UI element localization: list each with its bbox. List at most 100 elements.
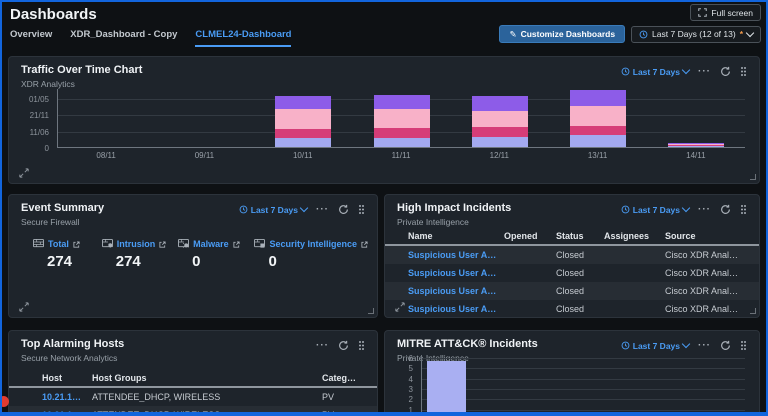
metric-malware-link[interactable]: Malware — [178, 239, 254, 249]
dashboard-tabs: Overview XDR_Dashboard - Copy CLMEL24-Da… — [10, 29, 291, 47]
refresh-icon[interactable] — [338, 340, 349, 351]
clock-icon — [621, 341, 630, 350]
traffic-bar-11/11-segment-pink[interactable] — [374, 109, 430, 127]
traffic-bar-12/11-segment-pink[interactable] — [472, 111, 528, 127]
incident-status: Closed — [556, 304, 604, 314]
host-ip-link[interactable]: 10.21.134.158 — [42, 410, 92, 416]
more-options-icon[interactable]: ··· — [698, 342, 711, 350]
traffic-bar-10/11-segment-pink[interactable] — [275, 109, 331, 128]
panel-mitre-attck-incidents: MITRE ATT&CK® Incidents Private Intellig… — [384, 330, 760, 416]
traffic-bar-11/11-segment-magenta[interactable] — [374, 128, 430, 139]
traffic-bar-13/11-segment-pink[interactable] — [570, 106, 626, 125]
resize-handle[interactable] — [750, 174, 756, 180]
traffic-x-tick: 11/11 — [392, 151, 411, 160]
refresh-icon[interactable] — [720, 204, 731, 215]
resize-handle[interactable] — [750, 308, 756, 314]
panel-high-impact-incidents: High Impact Incidents Private Intelligen… — [384, 194, 760, 318]
traffic-bar-10/11-segment-magenta[interactable] — [275, 129, 331, 139]
chevron-down-icon — [682, 66, 690, 74]
expand-panel-icon[interactable] — [19, 302, 29, 312]
more-options-icon[interactable]: ··· — [698, 68, 711, 76]
chevron-down-icon — [682, 204, 690, 212]
traffic-x-tick: 08/11 — [96, 151, 115, 160]
incident-status: Closed — [556, 286, 604, 296]
time-range-modified-flag: * — [740, 29, 743, 39]
host-row: 10.21.143.233ATTENDEE_DHCP, WIRELESSPV — [9, 388, 377, 406]
panel-subtitle: XDR Analytics — [21, 79, 142, 89]
incident-source: Cisco XDR Analytics (cisco... — [665, 250, 747, 260]
tab-xdr-dashboard-copy[interactable]: XDR_Dashboard - Copy — [70, 29, 177, 47]
drag-handle-icon[interactable] — [740, 340, 747, 351]
traffic-bar-12/11-segment-periwinkle[interactable] — [472, 137, 528, 147]
incident-row: Suspicious User Agent on ...ClosedCisco … — [385, 246, 759, 264]
expand-panel-icon[interactable] — [395, 302, 405, 312]
more-options-icon[interactable]: ··· — [316, 206, 329, 214]
panel-title: High Impact Incidents — [397, 202, 511, 214]
panel-subtitle: Private Intelligence — [397, 217, 511, 227]
metric-security-intelligence-value: 0 — [268, 253, 369, 270]
metric-total: Total 274 — [33, 239, 102, 270]
incident-name-link[interactable]: Suspicious User Agent on ... — [408, 268, 504, 278]
panel-title: MITRE ATT&CK® Incidents — [397, 338, 538, 350]
tab-overview[interactable]: Overview — [10, 29, 52, 47]
mitre-bar[interactable] — [427, 361, 466, 416]
more-options-icon[interactable]: ··· — [698, 206, 711, 214]
page-title: Dashboards — [10, 6, 97, 23]
customize-dashboards-button[interactable]: ✎ Customize Dashboards — [499, 25, 625, 43]
global-time-range-label: Last 7 Days (12 of 13) — [652, 29, 736, 39]
traffic-bar-14/11-segment-purple[interactable] — [668, 143, 724, 144]
resize-handle[interactable] — [368, 308, 374, 314]
more-options-icon[interactable]: ··· — [316, 342, 329, 350]
external-link-icon — [73, 241, 80, 248]
traffic-bar-14/11-segment-pink[interactable] — [668, 144, 724, 145]
global-time-range-dropdown[interactable]: Last 7 Days (12 of 13) * — [631, 26, 761, 43]
traffic-bar-11/11-segment-periwinkle[interactable] — [374, 138, 430, 147]
host-ip-link[interactable]: 10.21.143.233 — [42, 392, 92, 402]
traffic-x-tick: 09/11 — [195, 151, 214, 160]
incident-name-link[interactable]: Suspicious User Agent on ... — [408, 286, 504, 296]
traffic-bar-10/11-segment-purple[interactable] — [275, 96, 331, 110]
hosts-table-header: Host Host Groups Categories — [9, 373, 377, 388]
clock-icon — [639, 30, 648, 39]
panel-time-filter[interactable]: Last 7 Days — [621, 67, 689, 77]
event-summary-metrics: Total 274 Intrusion 274 — [33, 239, 369, 270]
incident-name-link[interactable]: Suspicious User Agent on ... — [408, 304, 504, 314]
dashboard-window: Dashboards Full screen Overview XDR_Dash… — [0, 0, 768, 416]
traffic-plot — [57, 89, 745, 148]
firewall-total-icon — [33, 239, 44, 249]
traffic-x-tick: 13/11 — [588, 151, 607, 160]
refresh-icon[interactable] — [720, 66, 731, 77]
drag-handle-icon[interactable] — [358, 340, 365, 351]
drag-handle-icon[interactable] — [740, 66, 747, 77]
metric-security-intelligence-link[interactable]: Security Intelligence — [254, 239, 369, 249]
intrusion-shield-icon — [102, 239, 113, 249]
traffic-bar-13/11-segment-purple[interactable] — [570, 90, 626, 106]
clock-icon — [621, 205, 630, 214]
mitre-chart: 654321 — [397, 355, 745, 416]
traffic-bar-13/11-segment-periwinkle[interactable] — [570, 135, 626, 147]
drag-handle-icon[interactable] — [740, 204, 747, 215]
fullscreen-button[interactable]: Full screen — [690, 4, 761, 21]
panel-time-filter[interactable]: Last 7 Days — [239, 205, 307, 215]
refresh-icon[interactable] — [338, 204, 349, 215]
metric-total-link[interactable]: Total — [33, 239, 102, 249]
expand-panel-icon[interactable] — [19, 168, 29, 178]
metric-intrusion-link[interactable]: Intrusion — [102, 239, 178, 249]
traffic-bar-12/11-segment-purple[interactable] — [472, 96, 528, 110]
incident-row: Suspicious User Agent on ...ClosedCisco … — [385, 300, 759, 318]
external-link-icon — [361, 241, 368, 248]
traffic-bar-11/11-segment-purple[interactable] — [374, 95, 430, 109]
traffic-bar-13/11-segment-magenta[interactable] — [570, 126, 626, 136]
drag-handle-icon[interactable] — [358, 204, 365, 215]
incident-name-link[interactable]: Suspicious User Agent on ... — [408, 250, 504, 260]
incident-status: Closed — [556, 268, 604, 278]
traffic-bar-10/11-segment-periwinkle[interactable] — [275, 138, 331, 147]
refresh-icon[interactable] — [720, 340, 731, 351]
panel-time-filter[interactable]: Last 7 Days — [621, 341, 689, 351]
traffic-bar-12/11-segment-magenta[interactable] — [472, 127, 528, 138]
host-row: 10.21.134.158ATTENDEE_DHCP, WIRELESSPV — [9, 406, 377, 416]
tab-clmel24-dashboard[interactable]: CLMEL24-Dashboard — [195, 29, 291, 47]
security-intelligence-icon — [254, 239, 265, 249]
panel-time-filter[interactable]: Last 7 Days — [621, 205, 689, 215]
traffic-bar-14/11-segment-periwinkle[interactable] — [668, 146, 724, 147]
